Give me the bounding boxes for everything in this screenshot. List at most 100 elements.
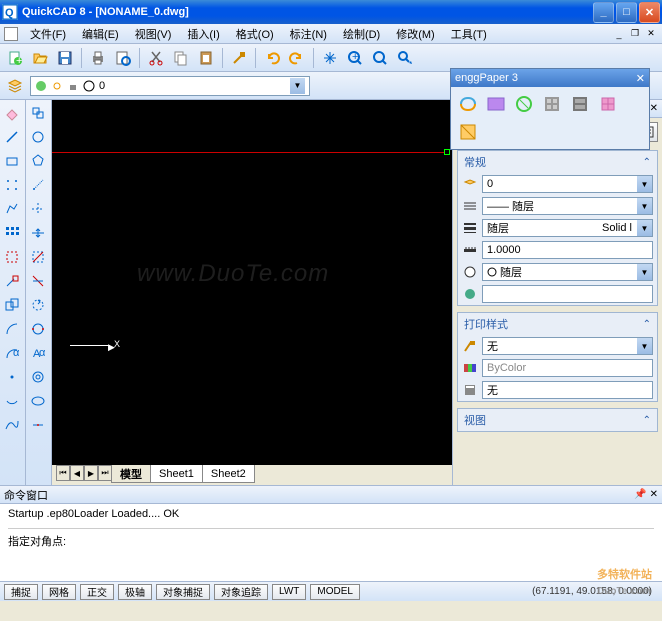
- plot-color-value[interactable]: ByColor: [482, 359, 653, 377]
- select-window-tool[interactable]: [1, 246, 23, 268]
- minimize-button[interactable]: _: [593, 2, 614, 23]
- move-tool[interactable]: [27, 246, 49, 268]
- color-value[interactable]: 随层▼: [482, 263, 653, 281]
- polygon-tool[interactable]: [27, 150, 49, 172]
- ft-btn-7[interactable]: [455, 119, 481, 145]
- otrack-toggle[interactable]: 对象追踪: [214, 584, 268, 600]
- ellipse-tool[interactable]: [27, 390, 49, 412]
- tab-sheet2[interactable]: Sheet2: [202, 465, 255, 483]
- ft-btn-3[interactable]: [511, 91, 537, 117]
- floating-toolbar-title[interactable]: enggPaper 3 ✕: [451, 69, 649, 87]
- tab-nav-last[interactable]: ⏭: [98, 465, 112, 481]
- array-tool[interactable]: [1, 222, 23, 244]
- chevron-down-icon[interactable]: ▼: [290, 78, 305, 94]
- eraser-tool[interactable]: [1, 102, 23, 124]
- tab-nav-prev[interactable]: ◀: [70, 465, 84, 481]
- menu-insert[interactable]: 插入(I): [183, 24, 223, 44]
- menu-view[interactable]: 视图(V): [131, 24, 176, 44]
- ft-btn-6[interactable]: [595, 91, 621, 117]
- polar-toggle[interactable]: 极轴: [118, 584, 152, 600]
- offset-tool[interactable]: [27, 222, 49, 244]
- osnap-toggle[interactable]: 对象捕捉: [156, 584, 210, 600]
- menu-tools[interactable]: 工具(T): [447, 24, 491, 44]
- zoom-extents-button[interactable]: [369, 47, 391, 69]
- cut-button[interactable]: [145, 47, 167, 69]
- join-tool[interactable]: [27, 414, 49, 436]
- menu-dimension[interactable]: 标注(N): [286, 24, 331, 44]
- menu-format[interactable]: 格式(O): [232, 24, 278, 44]
- collapse-icon[interactable]: ⌃: [643, 415, 651, 426]
- lwt-toggle[interactable]: LWT: [272, 584, 306, 600]
- zoom-dropdown-button[interactable]: [394, 47, 416, 69]
- extend-tool[interactable]: [1, 270, 23, 292]
- undo-button[interactable]: [261, 47, 283, 69]
- zoom-window-button[interactable]: +: [344, 47, 366, 69]
- trim-tool[interactable]: [27, 270, 49, 292]
- open-button[interactable]: [29, 47, 51, 69]
- plot-table-value[interactable]: 无: [482, 381, 653, 399]
- save-button[interactable]: [54, 47, 76, 69]
- collapse-icon[interactable]: ⌃: [643, 157, 651, 168]
- floating-toolbar-enggpaper[interactable]: enggPaper 3 ✕: [450, 68, 650, 150]
- text-tool[interactable]: Aα: [27, 342, 49, 364]
- drawing-canvas[interactable]: ▶ X www.DuoTe.com: [52, 100, 452, 465]
- copy-button[interactable]: [170, 47, 192, 69]
- ft-btn-1[interactable]: [455, 91, 481, 117]
- rectangle-tool[interactable]: [1, 150, 23, 172]
- copy-tool[interactable]: [27, 102, 49, 124]
- polyline-tool[interactable]: [1, 198, 23, 220]
- redo-button[interactable]: [286, 47, 308, 69]
- print-button[interactable]: [87, 47, 109, 69]
- point-single-tool[interactable]: [1, 366, 23, 388]
- tab-model[interactable]: 模型: [111, 465, 151, 483]
- print-preview-button[interactable]: [112, 47, 134, 69]
- maximize-button[interactable]: □: [616, 2, 637, 23]
- region-tool[interactable]: [1, 294, 23, 316]
- arc-3pt-tool[interactable]: [1, 390, 23, 412]
- ft-btn-4[interactable]: [539, 91, 565, 117]
- plotstyle-value[interactable]: 无▼: [482, 337, 653, 355]
- tab-nav-next[interactable]: ▶: [84, 465, 98, 481]
- menu-file[interactable]: 文件(F): [26, 24, 70, 44]
- layer-value[interactable]: 0▼: [482, 175, 653, 193]
- rotate-tool[interactable]: [27, 294, 49, 316]
- ft-btn-2[interactable]: [483, 91, 509, 117]
- ray-tool[interactable]: [27, 174, 49, 196]
- spline-tool[interactable]: [1, 414, 23, 436]
- circle-tool[interactable]: [27, 126, 49, 148]
- tab-nav-first[interactable]: ⏮: [56, 465, 70, 481]
- model-toggle[interactable]: MODEL: [310, 584, 360, 600]
- menu-modify[interactable]: 修改(M): [392, 24, 439, 44]
- point-tool[interactable]: [1, 174, 23, 196]
- command-body[interactable]: Startup .ep80Loader Loaded.... OK 指定对角点:: [0, 504, 662, 581]
- ortho-toggle[interactable]: 正交: [80, 584, 114, 600]
- doc-restore-button[interactable]: ❐: [628, 28, 642, 40]
- command-window-title[interactable]: 命令窗口 📌 ✕: [0, 486, 662, 504]
- linetype-value[interactable]: —— 随层▼: [482, 197, 653, 215]
- command-prompt[interactable]: 指定对角点:: [8, 533, 654, 551]
- menu-edit[interactable]: 编辑(E): [78, 24, 123, 44]
- close-button[interactable]: ✕: [639, 2, 660, 23]
- grid-toggle[interactable]: 网格: [42, 584, 76, 600]
- lineweight-value[interactable]: 随层Solid l▼: [482, 219, 653, 237]
- paste-button[interactable]: [195, 47, 217, 69]
- arc-angle-tool[interactable]: α: [1, 342, 23, 364]
- circle-2pt-tool[interactable]: [27, 318, 49, 340]
- pin-icon[interactable]: 📌 ✕: [634, 489, 658, 500]
- line-tool[interactable]: [1, 126, 23, 148]
- match-properties-button[interactable]: [228, 47, 250, 69]
- arc-tool[interactable]: [1, 318, 23, 340]
- pan-button[interactable]: [319, 47, 341, 69]
- floating-close-button[interactable]: ✕: [636, 72, 645, 85]
- doc-close-button[interactable]: ✕: [644, 28, 658, 40]
- new-button[interactable]: +: [4, 47, 26, 69]
- layer-combo[interactable]: 0 ▼: [30, 76, 310, 96]
- layer-manager-button[interactable]: [4, 75, 26, 97]
- tab-sheet1[interactable]: Sheet1: [150, 465, 203, 483]
- construction-line-tool[interactable]: [27, 198, 49, 220]
- scale-value[interactable]: 1.0000: [482, 241, 653, 259]
- donut-tool[interactable]: [27, 366, 49, 388]
- collapse-icon[interactable]: ⌃: [643, 319, 651, 330]
- ft-btn-5[interactable]: [567, 91, 593, 117]
- doc-minimize-button[interactable]: _: [612, 28, 626, 40]
